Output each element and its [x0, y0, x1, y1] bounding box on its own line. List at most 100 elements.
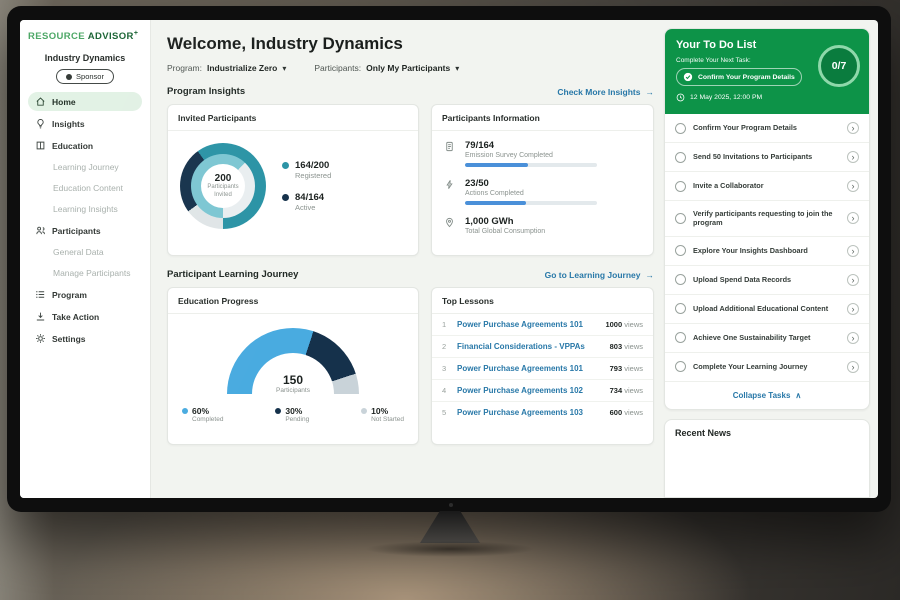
chevron-right-icon[interactable]: ›	[847, 361, 859, 373]
dashboard-screen: RESOURCE ADVISOR+ Industry Dynamics Spon…	[20, 20, 878, 498]
sidebar-item-insights[interactable]: Insights	[28, 114, 142, 133]
sidebar-item-label: Take Action	[52, 312, 99, 322]
legend-label: Completed	[192, 416, 223, 423]
lesson-link[interactable]: Power Purchase Agreements 101	[457, 364, 602, 373]
sidebar-item-label: Participants	[52, 226, 101, 236]
task-label: Verify participants requesting to join t…	[693, 209, 840, 228]
go-to-learning-journey-link[interactable]: Go to Learning Journey →	[545, 270, 654, 280]
legend-completed: 60% Completed	[182, 406, 223, 423]
todo-header: Your To Do List Complete Your Next Task:…	[665, 29, 869, 114]
bolt-icon	[444, 179, 456, 190]
lesson-link[interactable]: Financial Considerations - VPPAs	[457, 342, 602, 351]
lesson-link[interactable]: Power Purchase Agreements 101	[457, 320, 597, 329]
legend-label: Registered	[295, 171, 331, 180]
task-row[interactable]: Verify participants requesting to join t…	[665, 201, 869, 237]
legend-label: Pending	[285, 416, 309, 423]
invited-participants-card: Invited Participants 200 Participants In…	[167, 104, 419, 256]
sidebar-item-take-action[interactable]: Take Action	[28, 307, 142, 326]
task-checkbox[interactable]	[675, 213, 686, 224]
task-row[interactable]: Invite a Collaborator ›	[665, 172, 869, 201]
sponsor-badge[interactable]: Sponsor	[56, 69, 114, 84]
task-row[interactable]: Explore Your Insights Dashboard ›	[665, 237, 869, 266]
task-checkbox[interactable]	[675, 303, 686, 314]
learning-journey-header: Participant Learning Journey Go to Learn…	[167, 269, 654, 280]
participants-filter[interactable]: Participants: Only My Participants ▾	[314, 63, 459, 73]
task-row[interactable]: Confirm Your Program Details ›	[665, 114, 869, 143]
gauge-center-value: 150	[227, 373, 359, 387]
gauge-center-label: Participants	[227, 387, 359, 394]
sidebar-nav: Home Insights Education	[28, 92, 142, 348]
program-insights-header: Program Insights Check More Insights →	[167, 86, 654, 97]
chevron-right-icon[interactable]: ›	[847, 332, 859, 344]
sidebar-item-label: Insights	[52, 119, 85, 129]
collapse-tasks-link[interactable]: Collapse Tasks ∧	[665, 382, 869, 409]
power-led	[449, 503, 453, 507]
donut-legend: 164/200 Registered 84/164 Active	[282, 160, 331, 213]
card-title: Education Progress	[168, 288, 418, 314]
education-progress-card: Education Progress 150 Participants	[167, 287, 419, 445]
page-title: Welcome, Industry Dynamics	[167, 34, 654, 54]
sidebar-item-participants[interactable]: Participants	[28, 221, 142, 240]
chevron-right-icon[interactable]: ›	[847, 303, 859, 315]
task-row[interactable]: Send 50 Invitations to Participants ›	[665, 143, 869, 172]
lesson-row: 3 Power Purchase Agreements 101 793 view…	[432, 358, 653, 380]
legend-pending: 30% Pending	[275, 406, 309, 423]
sidebar-item-education[interactable]: Education	[28, 136, 142, 155]
sidebar-item-label: General Data	[53, 247, 104, 257]
task-checkbox[interactable]	[675, 332, 686, 343]
sidebar-item-program[interactable]: Program	[28, 285, 142, 304]
participants-filter-label: Participants:	[314, 63, 361, 73]
sidebar-item-label: Learning Insights	[53, 204, 118, 214]
sidebar-item-home[interactable]: Home	[28, 92, 142, 111]
task-checkbox[interactable]	[675, 123, 686, 134]
chevron-right-icon[interactable]: ›	[847, 245, 859, 257]
next-task-datetime: 12 May 2025, 12:00 PM	[676, 93, 858, 102]
task-checkbox[interactable]	[675, 361, 686, 372]
sidebar-item-label: Education Content	[53, 183, 123, 193]
sidebar-item-label: Education	[52, 141, 93, 151]
sponsor-icon	[66, 74, 72, 80]
task-checkbox[interactable]	[675, 245, 686, 256]
lesson-link[interactable]: Power Purchase Agreements 103	[457, 408, 602, 417]
sidebar-item-learning-journey[interactable]: Learning Journey	[28, 158, 142, 176]
task-label: Achieve One Sustainability Target	[693, 333, 840, 342]
task-row[interactable]: Upload Spend Data Records ›	[665, 266, 869, 295]
check-more-insights-link[interactable]: Check More Insights →	[557, 87, 654, 97]
chevron-right-icon[interactable]: ›	[847, 151, 859, 163]
todo-panel: Your To Do List Complete Your Next Task:…	[664, 28, 870, 410]
task-checkbox[interactable]	[675, 181, 686, 192]
invited-donut-chart: 200 Participants Invited	[180, 143, 266, 229]
progress-bar-fill	[465, 163, 528, 167]
navy-dot-icon	[282, 194, 289, 201]
sidebar-item-label: Learning Journey	[53, 162, 119, 172]
next-task-pill[interactable]: Confirm Your Program Details	[676, 68, 802, 86]
chevron-right-icon[interactable]: ›	[847, 274, 859, 286]
sidebar-item-education-content[interactable]: Education Content	[28, 179, 142, 197]
logo-plus: +	[134, 30, 139, 37]
chevron-right-icon[interactable]: ›	[847, 180, 859, 192]
program-filter[interactable]: Program: Industrialize Zero ▾	[167, 63, 286, 73]
program-filter-value: Industrialize Zero	[207, 63, 277, 73]
lesson-link[interactable]: Power Purchase Agreements 102	[457, 386, 602, 395]
chevron-right-icon[interactable]: ›	[847, 212, 859, 224]
task-row[interactable]: Complete Your Learning Journey ›	[665, 353, 869, 382]
task-row[interactable]: Achieve One Sustainability Target ›	[665, 324, 869, 353]
sidebar-item-settings[interactable]: Settings	[28, 329, 142, 348]
sidebar-item-general-data[interactable]: General Data	[28, 243, 142, 261]
lesson-views: 1000 views	[605, 320, 643, 329]
chevron-up-icon: ∧	[795, 391, 801, 400]
legend-label: Not Started	[371, 416, 404, 423]
recent-news-title: Recent News	[675, 428, 859, 438]
task-checkbox[interactable]	[675, 152, 686, 163]
chevron-right-icon[interactable]: ›	[847, 122, 859, 134]
task-label: Send 50 Invitations to Participants	[693, 152, 840, 161]
task-label: Confirm Your Program Details	[693, 123, 840, 132]
task-row[interactable]: Upload Additional Educational Content ›	[665, 295, 869, 324]
task-checkbox[interactable]	[675, 274, 686, 285]
sidebar-item-learning-insights[interactable]: Learning Insights	[28, 200, 142, 218]
sidebar-item-manage-participants[interactable]: Manage Participants	[28, 264, 142, 282]
lesson-views: 600 views	[610, 408, 643, 417]
stat-label: Total Global Consumption	[465, 228, 545, 235]
arrow-right-icon: →	[646, 87, 655, 97]
participants-information-card: Participants Information 79/164 Emission…	[431, 104, 654, 256]
